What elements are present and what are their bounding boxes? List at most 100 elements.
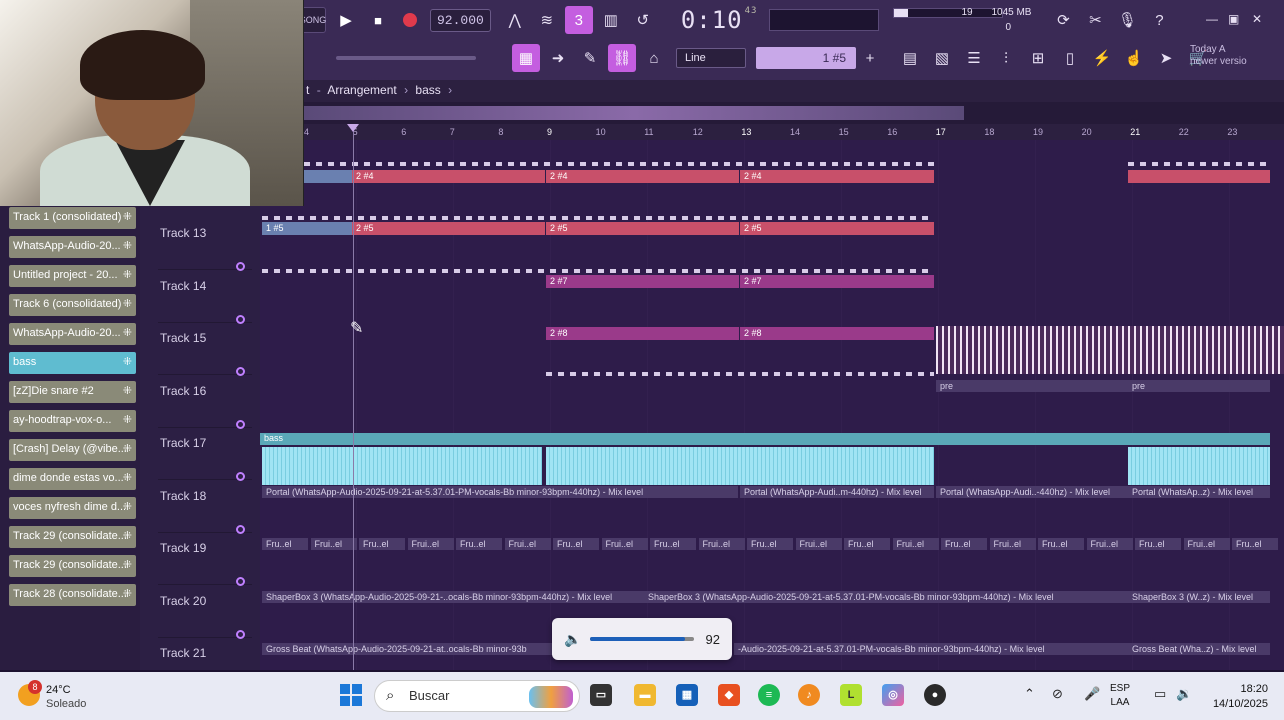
loop-record-icon[interactable]: ↺ xyxy=(629,6,657,34)
step-edit-icon[interactable]: ▥ xyxy=(597,6,625,34)
volume-slider[interactable] xyxy=(589,637,694,641)
task-view-icon[interactable]: ▭ xyxy=(590,684,612,706)
automation-clip[interactable]: Portal (WhatsApp-Audio-2025-09-21-at-5.3… xyxy=(262,486,738,498)
automation-clip[interactable]: Fru..el xyxy=(650,538,696,550)
pencil-icon[interactable]: ✎ xyxy=(576,44,604,72)
browser-item[interactable]: [Crash] Delay (@vibe... ⁜ xyxy=(9,439,136,461)
automation-clip[interactable]: Gross Beat (Wha..z) - Mix level xyxy=(1128,643,1270,655)
track-header[interactable]: Track 13 xyxy=(158,218,252,271)
automation-clip[interactable]: Frui..el xyxy=(989,538,1036,550)
browser-item[interactable]: Track 6 (consolidated) ⁜ xyxy=(9,294,136,316)
browser-item[interactable]: WhatsApp-Audio-20... ⁜ xyxy=(9,323,136,345)
pattern-clip[interactable]: 2 #5 xyxy=(546,222,739,235)
breadcrumb-pattern[interactable]: bass xyxy=(415,83,440,97)
pattern-clip[interactable]: pre xyxy=(1128,380,1270,392)
browser-item[interactable]: Track 1 (consolidated) ⁜ xyxy=(9,207,136,229)
copilot-icon[interactable]: ◎ xyxy=(882,684,904,706)
automation-clip[interactable]: Frui..el xyxy=(310,538,357,550)
play-button[interactable]: ▶ xyxy=(332,6,360,34)
countdown-icon[interactable]: 3 xyxy=(564,6,593,34)
pattern-clip[interactable]: 2 #7 xyxy=(740,275,934,288)
touch-icon[interactable]: ☝ xyxy=(1120,44,1148,72)
track-header[interactable]: Track 17 xyxy=(158,428,252,481)
automation-clip[interactable]: Portal (WhatsApp-Audi..m-440hz) - Mix le… xyxy=(740,486,934,498)
pattern-clip[interactable]: 2 #7 xyxy=(546,275,739,288)
audio-clip-header[interactable]: bass xyxy=(260,433,1270,445)
automation-clip[interactable]: Frui..el xyxy=(601,538,648,550)
windows-start-icon[interactable] xyxy=(340,684,362,706)
volume-tray-icon[interactable]: 🔉 xyxy=(1176,686,1192,702)
browser-item[interactable]: Track 29 (consolidate... ⁜ xyxy=(9,526,136,548)
mixer-icon[interactable]: ⫶ xyxy=(992,44,1020,72)
track-header[interactable]: Track 16 xyxy=(158,376,252,429)
taskbar-search[interactable]: ⌕ Buscar xyxy=(374,680,580,712)
automation-clip[interactable]: Fru..el xyxy=(941,538,987,550)
browser-item[interactable]: Track 28 (consolidate... ⁜ xyxy=(9,584,136,606)
automation-clip[interactable]: Frui..el xyxy=(1086,538,1133,550)
close-icon[interactable]: ✕ xyxy=(1252,12,1262,26)
snap-selector[interactable]: Line xyxy=(676,48,746,68)
automation-clip[interactable]: Frui..el xyxy=(1183,538,1230,550)
track-header[interactable]: Track 20 xyxy=(158,586,252,639)
pattern-clip[interactable]: 2 #4 xyxy=(546,170,739,183)
automation-clip[interactable]: ShaperBox 3 (WhatsApp-Audio-2025-09-21-a… xyxy=(644,591,1128,603)
hihat-pattern-clip[interactable] xyxy=(936,326,1284,374)
help-icon[interactable]: ? xyxy=(1145,6,1173,34)
browser-item[interactable]: WhatsApp-Audio-20... ⁜ xyxy=(9,236,136,258)
automation-clip[interactable]: -Audio-2025-09-21-at-5.37.01-PM-vocals-B… xyxy=(734,643,1128,655)
pattern-clip[interactable]: 1 #5 xyxy=(262,222,352,235)
speaker-icon[interactable]: 🔈 xyxy=(564,631,590,648)
automation-clip[interactable]: Frui..el xyxy=(795,538,842,550)
app-icon[interactable]: ● xyxy=(924,684,946,706)
news-panel[interactable]: Today Anewer versio xyxy=(1190,44,1260,68)
automation-clip[interactable]: ShaperBox 3 (W..z) - Mix level xyxy=(1128,591,1270,603)
timeline-ruler[interactable]: 4 5 6 7 8 9 10 11 12 13 14 15 16 17 18 19 20 21 22 23 xyxy=(260,124,1284,140)
browser-icon[interactable]: ☰ xyxy=(960,44,988,72)
automation-clip[interactable]: Fru..el xyxy=(553,538,599,550)
pattern-selector[interactable]: 1 #5 xyxy=(756,47,856,69)
pattern-clip[interactable]: 2 #8 xyxy=(740,327,934,340)
pattern-clip[interactable]: 2 #5 xyxy=(740,222,934,235)
song-time-display[interactable]: 0:10 43 xyxy=(681,6,758,34)
undo-icon[interactable]: ⟳ xyxy=(1049,6,1077,34)
automation-clip[interactable]: Fru..el xyxy=(1135,538,1181,550)
file-explorer-icon[interactable]: ▬ xyxy=(634,684,656,706)
stamp-icon[interactable]: ⌂ xyxy=(640,44,668,72)
automation-clip[interactable]: Frui..el xyxy=(407,538,454,550)
chevron-up-icon[interactable]: ⌃ xyxy=(1024,686,1035,702)
spotify-icon[interactable]: ≡ xyxy=(758,684,780,706)
weather-widget[interactable]: 8 24°C Soleado xyxy=(18,680,128,714)
playhead-marker[interactable] xyxy=(347,124,359,132)
playlist-icon[interactable]: ▦ xyxy=(512,44,540,72)
automation-clip[interactable]: Gross Beat (WhatsApp-Audio-2025-09-21-at… xyxy=(262,643,552,655)
automation-clip[interactable]: Fru..el xyxy=(844,538,890,550)
audio-waveform[interactable] xyxy=(546,447,934,485)
track-header[interactable]: Track 14 xyxy=(158,271,252,324)
browser-item[interactable]: ay-hoodtrap-vox-o... ⁜ xyxy=(9,410,136,432)
track-header[interactable]: Track 15 xyxy=(158,323,252,376)
automation-clip[interactable]: Fru..el xyxy=(359,538,405,550)
browser-item[interactable]: Track 29 (consolidate... ⁜ xyxy=(9,555,136,577)
channel-rack-icon[interactable]: ▤ xyxy=(896,44,924,72)
mic-icon[interactable]: 🎙 xyxy=(1113,6,1141,34)
browser-item[interactable]: voces nyfresh dime d... ⁜ xyxy=(9,497,136,519)
automation-clip[interactable]: Portal (WhatsApp-Audi..-440hz) - Mix lev… xyxy=(936,486,1128,498)
automation-clip[interactable]: Fru..el xyxy=(456,538,502,550)
browser-item[interactable]: bass ⁜ xyxy=(9,352,136,374)
playlist-grid[interactable]: 2 #4 2 #4 2 #4 1 #5 2 #5 2 #5 2 #5 2 #7 … xyxy=(260,140,1284,670)
browser-item[interactable]: Untitled project - 20... ⁜ xyxy=(9,265,136,287)
cut-icon[interactable]: ✂ xyxy=(1081,6,1109,34)
send-icon[interactable]: ➤ xyxy=(1152,44,1180,72)
audio-waveform[interactable] xyxy=(262,447,542,485)
minimize-icon[interactable]: — xyxy=(1206,12,1218,26)
volume-flyout[interactable]: 🔈 92 xyxy=(552,618,732,660)
routing-icon[interactable]: ⊞ xyxy=(1024,44,1052,72)
network-off-icon[interactable]: ⊘ xyxy=(1052,686,1063,702)
automation-clip[interactable]: Frui..el xyxy=(698,538,745,550)
piano-roll-icon[interactable]: ▧ xyxy=(928,44,956,72)
pattern-clip[interactable]: 2 #8 xyxy=(546,327,739,340)
pattern-clip[interactable]: 2 #5 xyxy=(352,222,545,235)
playhead-line[interactable] xyxy=(353,124,354,670)
automation-clip[interactable]: Portal (WhatsAp..z) - Mix level xyxy=(1128,486,1270,498)
playlist-overview-scroller[interactable] xyxy=(304,102,1284,124)
